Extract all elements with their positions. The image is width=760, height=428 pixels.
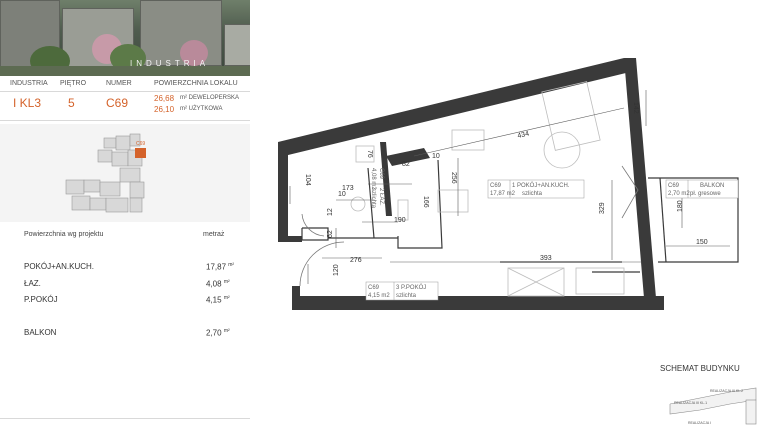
area-row-name: P.POKÓJ xyxy=(24,295,58,304)
investment-value: I KL3 xyxy=(13,96,42,110)
area-row-value: 4,08 xyxy=(206,279,222,289)
areas-title: Powierzchnia wg projektu xyxy=(24,231,104,238)
schema-label: REALIZACJA III KL.2 xyxy=(710,389,743,393)
room-name: 3 P.POKÓJ xyxy=(396,284,426,291)
divider xyxy=(0,418,250,419)
dim-label: 166 xyxy=(422,196,429,208)
dim-label: 393 xyxy=(540,255,552,262)
dim-label: 76 xyxy=(366,150,373,158)
balcony-value: 2,70 xyxy=(206,328,222,338)
area-label: POWIERZCHNIA LOKALU xyxy=(154,80,238,87)
dim-label: 12 xyxy=(327,208,334,216)
area-row-unit: m² xyxy=(228,262,235,268)
area-row-unit: m² xyxy=(223,279,230,285)
floor-plan: 434 142 256 329 393 180 150 76 82 10 104… xyxy=(278,58,739,310)
room-name: 1 POKÓJ+AN.KUCH. xyxy=(512,182,570,189)
dim-label: 104 xyxy=(304,174,311,186)
areas-unit-header: metraż xyxy=(203,231,225,238)
balcony-name: BALKON xyxy=(24,328,57,337)
dim-label: 10 xyxy=(338,191,346,198)
room-code: C69 xyxy=(668,183,680,189)
room-name: BALKON xyxy=(700,183,724,189)
schema-label: REALIZACJA I xyxy=(688,421,711,425)
dim-label: 142 xyxy=(632,102,639,114)
room-finish: szlichta xyxy=(370,188,376,209)
balcony-row: BALKON 2,70 m² xyxy=(24,328,244,338)
number-label: NUMER xyxy=(106,80,132,87)
dim-label: 276 xyxy=(350,257,362,264)
floor-value: 5 xyxy=(68,96,75,110)
divider xyxy=(0,91,250,92)
building-photo: INDUSTRIA xyxy=(0,0,250,76)
brand-logo: INDUSTRIA xyxy=(130,59,210,68)
area-use-suffix: m² UŻYTKOWA xyxy=(180,106,223,112)
floor-label: PIĘTRO xyxy=(60,80,87,87)
room-name: 2 ŁAZ. xyxy=(378,188,384,206)
dim-label: 180 xyxy=(677,200,684,212)
area-row-value: 4,15 xyxy=(206,295,222,305)
area-row-name: ŁAZ. xyxy=(24,279,41,288)
room-finish: szlichta xyxy=(396,293,417,299)
area-row: POKÓJ+AN.KUCH. 17,87 m² xyxy=(24,262,244,272)
room-code: C69 xyxy=(368,285,380,291)
room-area: 4,15 m2 xyxy=(368,293,390,299)
area-row-value: 17,87 xyxy=(206,262,227,272)
keyplan-drawing: C69 xyxy=(65,133,146,213)
area-row-unit: m² xyxy=(223,295,230,301)
room-code: C69 xyxy=(378,168,384,180)
unit-tag: C69 xyxy=(136,141,145,147)
dim-label: 150 xyxy=(696,239,708,246)
divider xyxy=(0,120,250,121)
room-area: 17,87 m2 xyxy=(490,191,516,197)
dim-label: 434 xyxy=(517,130,530,139)
investment-label: INDUSTRIA xyxy=(10,80,48,87)
area-row: P.POKÓJ 4,15 m² xyxy=(24,295,244,305)
room-finish: pł. gresowe xyxy=(690,191,721,197)
dim-label: 10 xyxy=(432,153,440,160)
dim-label: 82 xyxy=(402,161,410,168)
floor-keyplan: C69 xyxy=(0,124,250,222)
number-value: C69 xyxy=(106,96,129,110)
schema-label: REALIZACJA III KL.1 xyxy=(674,401,707,405)
area-dev-value: 26,68 xyxy=(154,94,175,103)
dim-label: 62 xyxy=(327,230,334,238)
area-dev-suffix: m² DEWELOPERSKA xyxy=(180,95,240,101)
dim-label: 256 xyxy=(450,172,457,184)
schema-title: SCHEMAT BUDYNKU xyxy=(660,364,740,373)
room-tags: C69 1 POKÓJ+AN.KUCH. 17,87 m2 szlichta C… xyxy=(365,168,739,301)
area-row: ŁAZ. 4,08 m² xyxy=(24,279,244,289)
dim-label: 120 xyxy=(333,264,340,276)
info-panel: INDUSTRIA INDUSTRIA PIĘTRO NUMER POWIERZ… xyxy=(0,0,250,428)
schema-drawing: REALIZACJA III KL.2 REALIZACJA III KL.1 … xyxy=(669,387,757,425)
room-area: 4,08 m2 xyxy=(370,168,376,190)
building-schema: SCHEMAT BUDYNKU REALIZACJA III KL.2 REAL… xyxy=(660,362,760,428)
room-code: C69 xyxy=(490,183,502,189)
room-area: 2,70 m2 xyxy=(668,191,690,197)
balcony-unit: m² xyxy=(223,328,230,334)
dim-label: 190 xyxy=(394,217,406,224)
area-use-value: 26,10 xyxy=(154,105,175,114)
area-row-name: POKÓJ+AN.KUCH. xyxy=(24,262,95,271)
unit-highlight xyxy=(135,148,146,158)
room-finish: szlichta xyxy=(522,191,543,197)
dim-label: 329 xyxy=(599,202,606,214)
